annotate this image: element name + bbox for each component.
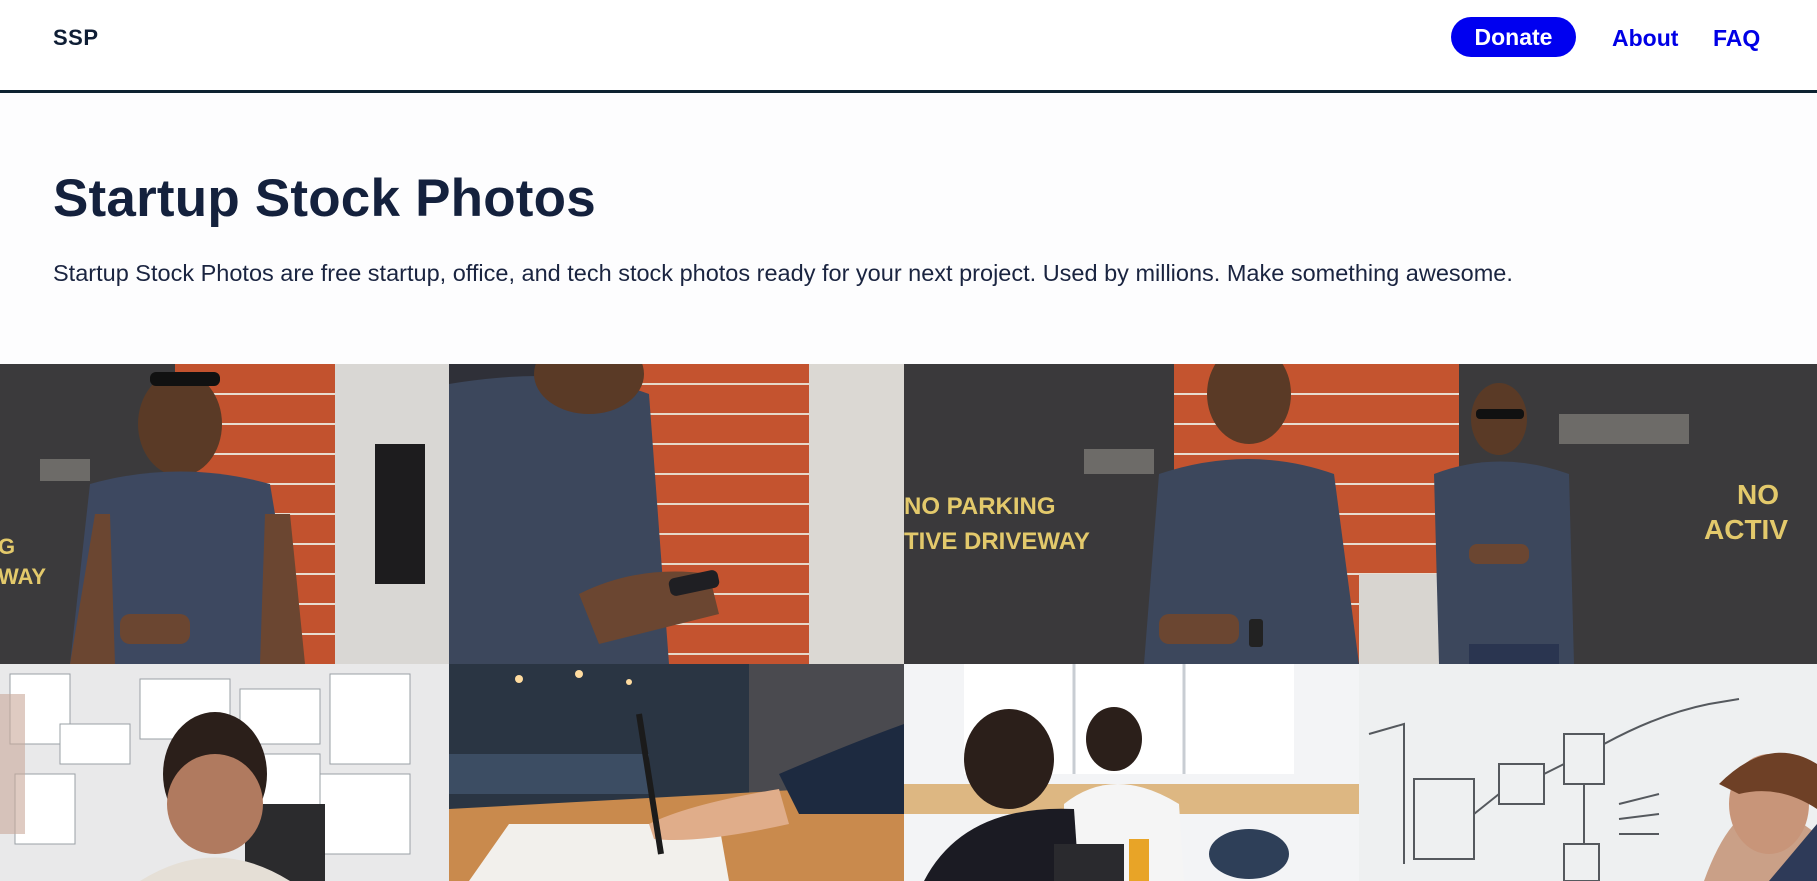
svg-text:TIVE DRIVEWAY: TIVE DRIVEWAY (904, 528, 1090, 555)
photo-tile[interactable] (1359, 664, 1817, 881)
svg-text:NO PARKING: NO PARKING (904, 493, 1056, 520)
photo-tile[interactable] (0, 664, 449, 881)
photo-gallery: G WAY NO PARKING TIVE DRIVEWAY NO ACTIV (0, 364, 1817, 881)
photo-tile[interactable]: NO ACTIV (1359, 364, 1817, 664)
photo-tile[interactable] (904, 664, 1359, 881)
site-logo[interactable]: SSP (53, 25, 99, 51)
svg-text:WAY: WAY (0, 564, 46, 589)
page-title: Startup Stock Photos (53, 169, 596, 228)
photo-tile[interactable]: G WAY (0, 364, 449, 664)
photo-tile[interactable]: NO PARKING TIVE DRIVEWAY (904, 364, 1359, 664)
page-subtitle: Startup Stock Photos are free startup, o… (53, 260, 1513, 286)
donate-button[interactable]: Donate (1451, 17, 1576, 57)
photo-tile[interactable] (449, 364, 904, 664)
svg-text:ACTIV: ACTIV (1704, 514, 1788, 545)
svg-text:G: G (0, 534, 15, 559)
top-navigation-bar: SSP Donate About FAQ (0, 0, 1817, 93)
svg-text:NO: NO (1737, 479, 1779, 510)
photo-tile[interactable] (449, 664, 904, 881)
nav-link-about[interactable]: About (1612, 25, 1678, 52)
nav-link-faq[interactable]: FAQ (1713, 25, 1760, 52)
